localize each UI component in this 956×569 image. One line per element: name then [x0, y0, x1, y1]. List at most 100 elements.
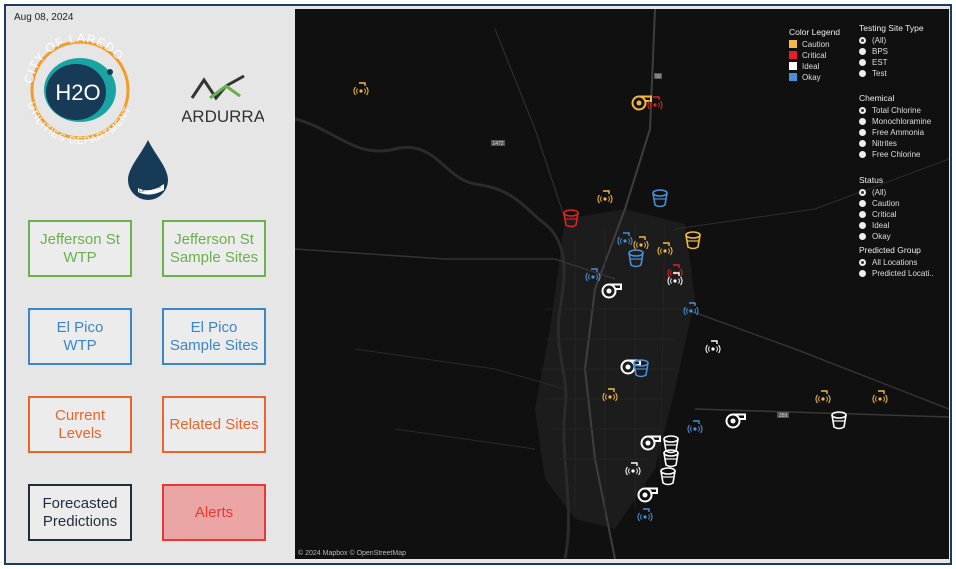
- filter-chemical-options: Total Chlorine Monochloramine Free Ammonia…: [859, 105, 949, 160]
- filter-chemical-option[interactable]: Monochloramine: [859, 116, 949, 127]
- pump-station-icon[interactable]: [637, 487, 659, 508]
- legend-item-okay: Okay: [789, 72, 840, 83]
- filter-chemical-option[interactable]: Nitrites: [859, 138, 949, 149]
- filter-chemical-option[interactable]: Total Chlorine: [859, 105, 949, 116]
- filter-predicted-option[interactable]: All Locations: [859, 257, 949, 268]
- legend-item-ideal: Ideal: [789, 61, 840, 72]
- legend-swatch-ideal: [789, 62, 797, 70]
- jefferson-sample-sites-button[interactable]: Jefferson St Sample Sites: [162, 220, 266, 277]
- test-site-icon[interactable]: [705, 339, 721, 360]
- report-date: Aug 08, 2024: [14, 12, 74, 23]
- test-site-icon[interactable]: [637, 507, 653, 528]
- el-pico-wtp-button[interactable]: El Pico WTP: [28, 308, 132, 365]
- city-of-laredo-logo: CITY OF LAREDO H2O UTILITIES DEPARTMENT: [21, 31, 132, 147]
- radio-button[interactable]: [859, 270, 866, 277]
- filter-site_type-option[interactable]: BPS: [859, 46, 949, 57]
- filter-status-option[interactable]: Critical: [859, 209, 949, 220]
- filter-site_type-option[interactable]: Test: [859, 68, 949, 79]
- current-levels-button[interactable]: Current Levels: [28, 396, 132, 453]
- filter-site_type-option[interactable]: (All): [859, 35, 949, 46]
- road-label-359: 359: [779, 413, 788, 419]
- filter-chemical-option[interactable]: Free Chlorine: [859, 149, 949, 160]
- filter-status-option[interactable]: Okay: [859, 231, 949, 242]
- filter-status-title: Status: [859, 175, 884, 185]
- jefferson-wtp-button[interactable]: Jefferson St WTP: [28, 220, 132, 277]
- test-site-icon[interactable]: [602, 387, 618, 408]
- legend-swatch-okay: [789, 73, 797, 81]
- radio-button[interactable]: [859, 259, 866, 266]
- h2o-text: H2O: [55, 80, 100, 105]
- storage-tank-icon[interactable]: [685, 231, 701, 256]
- filter-status-option[interactable]: Caution: [859, 198, 949, 209]
- storage-tank-icon[interactable]: [660, 467, 676, 492]
- radio-button[interactable]: [859, 59, 866, 66]
- radio-button[interactable]: [859, 70, 866, 77]
- sidebar: Aug 08, 2024 CITY OF LAREDO H2O UTILITIE…: [6, 6, 294, 563]
- radio-button[interactable]: [859, 140, 866, 147]
- storage-tank-icon[interactable]: [633, 359, 649, 384]
- color-legend: Color Legend Caution Critical Ideal Okay: [789, 27, 840, 83]
- filter-site_type-option[interactable]: EST: [859, 57, 949, 68]
- filter-site-type: Testing Site Type (All) BPS EST Test: [859, 23, 949, 79]
- legend-item-caution: Caution: [789, 39, 840, 50]
- filter-chemical-option[interactable]: Free Ammonia: [859, 127, 949, 138]
- filter-status: Status (All) Caution Critical Ideal Okay: [859, 175, 949, 242]
- storage-tank-icon[interactable]: [563, 209, 579, 234]
- map-attribution: © 2024 Mapbox © OpenStreetMap: [298, 550, 406, 557]
- map-view[interactable]: 1472 59 359 © 2024 Mapbox © OpenStreetMa…: [295, 9, 949, 559]
- radio-button[interactable]: [859, 37, 866, 44]
- filter-predicted-group: Predicted Group All Locations Predicted L…: [859, 245, 949, 279]
- test-site-icon[interactable]: [683, 301, 699, 322]
- pump-station-icon[interactable]: [725, 413, 747, 434]
- test-site-icon[interactable]: [585, 267, 601, 288]
- radio-button[interactable]: [859, 151, 866, 158]
- filter-status-options: (All) Caution Critical Ideal Okay: [859, 187, 949, 242]
- radio-button[interactable]: [859, 118, 866, 125]
- test-site-icon[interactable]: [625, 461, 641, 482]
- test-site-icon[interactable]: [353, 81, 369, 102]
- ardurra-logo: ARDURRA: [182, 74, 264, 126]
- test-site-icon[interactable]: [687, 419, 703, 440]
- radio-button[interactable]: [859, 211, 866, 218]
- radio-button[interactable]: [859, 189, 866, 196]
- test-site-icon[interactable]: [657, 241, 673, 262]
- pump-station-icon[interactable]: [601, 283, 623, 304]
- test-site-icon[interactable]: [872, 389, 888, 410]
- radio-button[interactable]: [859, 107, 866, 114]
- filter-predicted-group-title: Predicted Group: [859, 245, 921, 255]
- filter-status-option[interactable]: (All): [859, 187, 949, 198]
- filter-predicted-option[interactable]: Predicted Locati..: [859, 268, 949, 279]
- legend-item-critical: Critical: [789, 50, 840, 61]
- storage-tank-icon[interactable]: [831, 411, 847, 436]
- filter-chemical-title: Chemical: [859, 93, 895, 103]
- filter-site-type-title: Testing Site Type: [859, 23, 924, 33]
- related-sites-button[interactable]: Related Sites: [162, 396, 266, 453]
- filter-status-option[interactable]: Ideal: [859, 220, 949, 231]
- alerts-button[interactable]: Alerts: [162, 484, 266, 541]
- radio-button[interactable]: [859, 48, 866, 55]
- dashboard-frame: Aug 08, 2024 CITY OF LAREDO H2O UTILITIE…: [4, 4, 952, 565]
- road-label-59: 59: [655, 74, 661, 80]
- legend-swatch-caution: [789, 40, 797, 48]
- radio-button[interactable]: [859, 233, 866, 240]
- legend-swatch-critical: [789, 51, 797, 59]
- test-site-icon[interactable]: [597, 189, 613, 210]
- forecasted-predictions-button[interactable]: Forecasted Predictions: [28, 484, 132, 541]
- test-site-icon[interactable]: [667, 271, 683, 292]
- radio-button[interactable]: [859, 129, 866, 136]
- storage-tank-icon[interactable]: [652, 189, 668, 214]
- radio-button[interactable]: [859, 222, 866, 229]
- filter-predicted-group-options: All Locations Predicted Locati..: [859, 257, 949, 279]
- water-drop-logo: La Placita: [128, 140, 168, 200]
- ardurra-text: ARDURRA: [182, 107, 264, 126]
- road-label-1472: 1472: [492, 141, 503, 147]
- test-site-icon[interactable]: [815, 389, 831, 410]
- el-pico-sample-sites-button[interactable]: El Pico Sample Sites: [162, 308, 266, 365]
- filter-chemical: Chemical Total Chlorine Monochloramine Fre…: [859, 93, 949, 160]
- filter-site-type-options: (All) BPS EST Test: [859, 35, 949, 79]
- color-legend-title: Color Legend: [789, 27, 841, 37]
- radio-button[interactable]: [859, 200, 866, 207]
- pump-station-icon[interactable]: [640, 435, 662, 456]
- storage-tank-icon[interactable]: [628, 249, 644, 274]
- test-site-icon[interactable]: [647, 95, 663, 116]
